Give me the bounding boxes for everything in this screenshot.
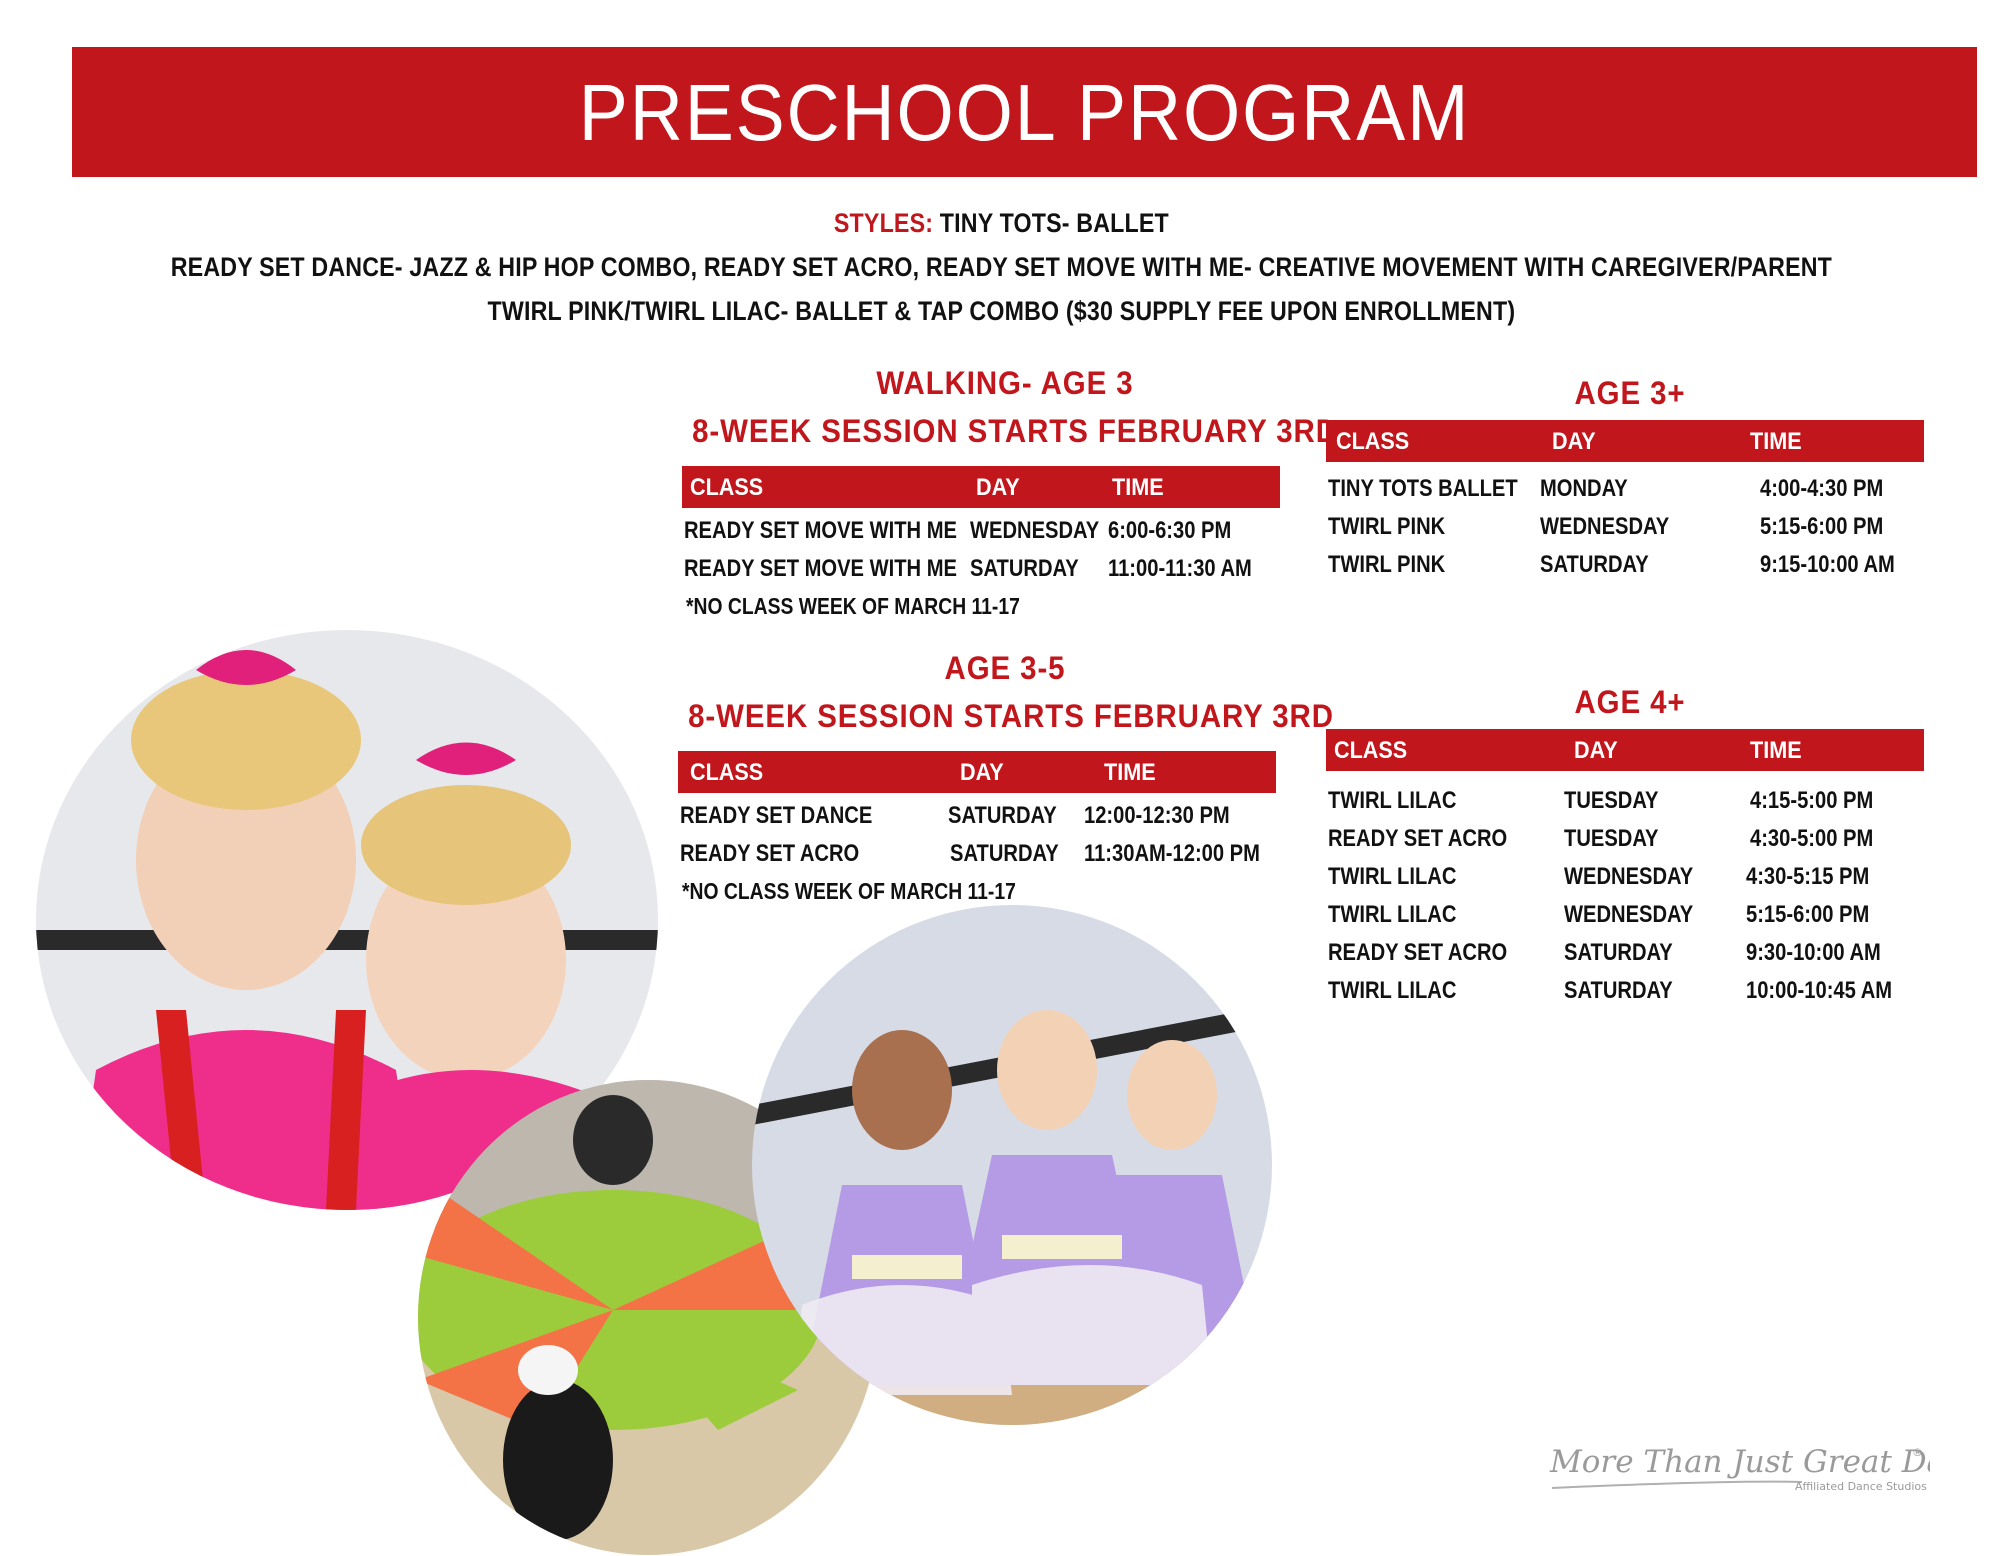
col-class: CLASS bbox=[690, 474, 764, 501]
col-class: CLASS bbox=[1334, 737, 1408, 764]
logo-text: More Than Just Great Dancing! bbox=[1549, 1444, 1930, 1480]
styles-line-3: TWIRL PINK/TWIRL LILAC- BALLET & TAP COM… bbox=[487, 296, 1516, 326]
age35-session: 8-WEEK SESSION STARTS FEBRUARY 3RD bbox=[688, 698, 1334, 734]
styles-line-1: STYLES: TINY TOTS- BALLET bbox=[141, 208, 1861, 239]
styles-line-2: READY SET DANCE- JAZZ & HIP HOP COMBO, R… bbox=[170, 252, 1833, 282]
col-day: DAY bbox=[976, 474, 1020, 501]
age3plus-table-header: CLASS DAY TIME bbox=[1326, 420, 1924, 462]
age35-heading: AGE 3-5 bbox=[944, 650, 1066, 686]
col-day: DAY bbox=[1552, 428, 1596, 455]
col-class: CLASS bbox=[1336, 428, 1410, 455]
logo-subtitle: Affiliated Dance Studios bbox=[1795, 1480, 1927, 1493]
col-time: TIME bbox=[1104, 759, 1156, 786]
age35-note: *NO CLASS WEEK OF MARCH 11-17 bbox=[682, 878, 1016, 904]
col-class: CLASS bbox=[690, 759, 764, 786]
age3plus-heading: AGE 3+ bbox=[1574, 375, 1686, 411]
age35-table-header: CLASS DAY TIME bbox=[678, 751, 1276, 793]
col-time: TIME bbox=[1750, 737, 1802, 764]
age4plus-table-header: CLASS DAY TIME bbox=[1326, 729, 1924, 771]
walking-heading: WALKING- AGE 3 bbox=[876, 365, 1134, 401]
page-title: PRESCHOOL PROGRAM bbox=[578, 68, 1471, 157]
styles-label: STYLES: bbox=[833, 208, 934, 238]
walking-table-header: CLASS DAY TIME bbox=[682, 466, 1280, 508]
styles-text-1: TINY TOTS- BALLET bbox=[933, 208, 1169, 238]
photo-girls-lilac-costumes bbox=[752, 905, 1272, 1425]
brand-logo: More Than Just Great Dancing! ® Affiliat… bbox=[1530, 1430, 2000, 1505]
col-day: DAY bbox=[960, 759, 1004, 786]
walking-note: *NO CLASS WEEK OF MARCH 11-17 bbox=[686, 593, 1020, 619]
col-time: TIME bbox=[1112, 474, 1164, 501]
col-day: DAY bbox=[1574, 737, 1618, 764]
logo-registered-mark: ® bbox=[1912, 1446, 1923, 1459]
col-time: TIME bbox=[1750, 428, 1802, 455]
age4plus-heading: AGE 4+ bbox=[1574, 684, 1686, 720]
walking-session: 8-WEEK SESSION STARTS FEBRUARY 3RD bbox=[692, 413, 1338, 449]
title-banner: PRESCHOOL PROGRAM bbox=[72, 47, 1977, 177]
